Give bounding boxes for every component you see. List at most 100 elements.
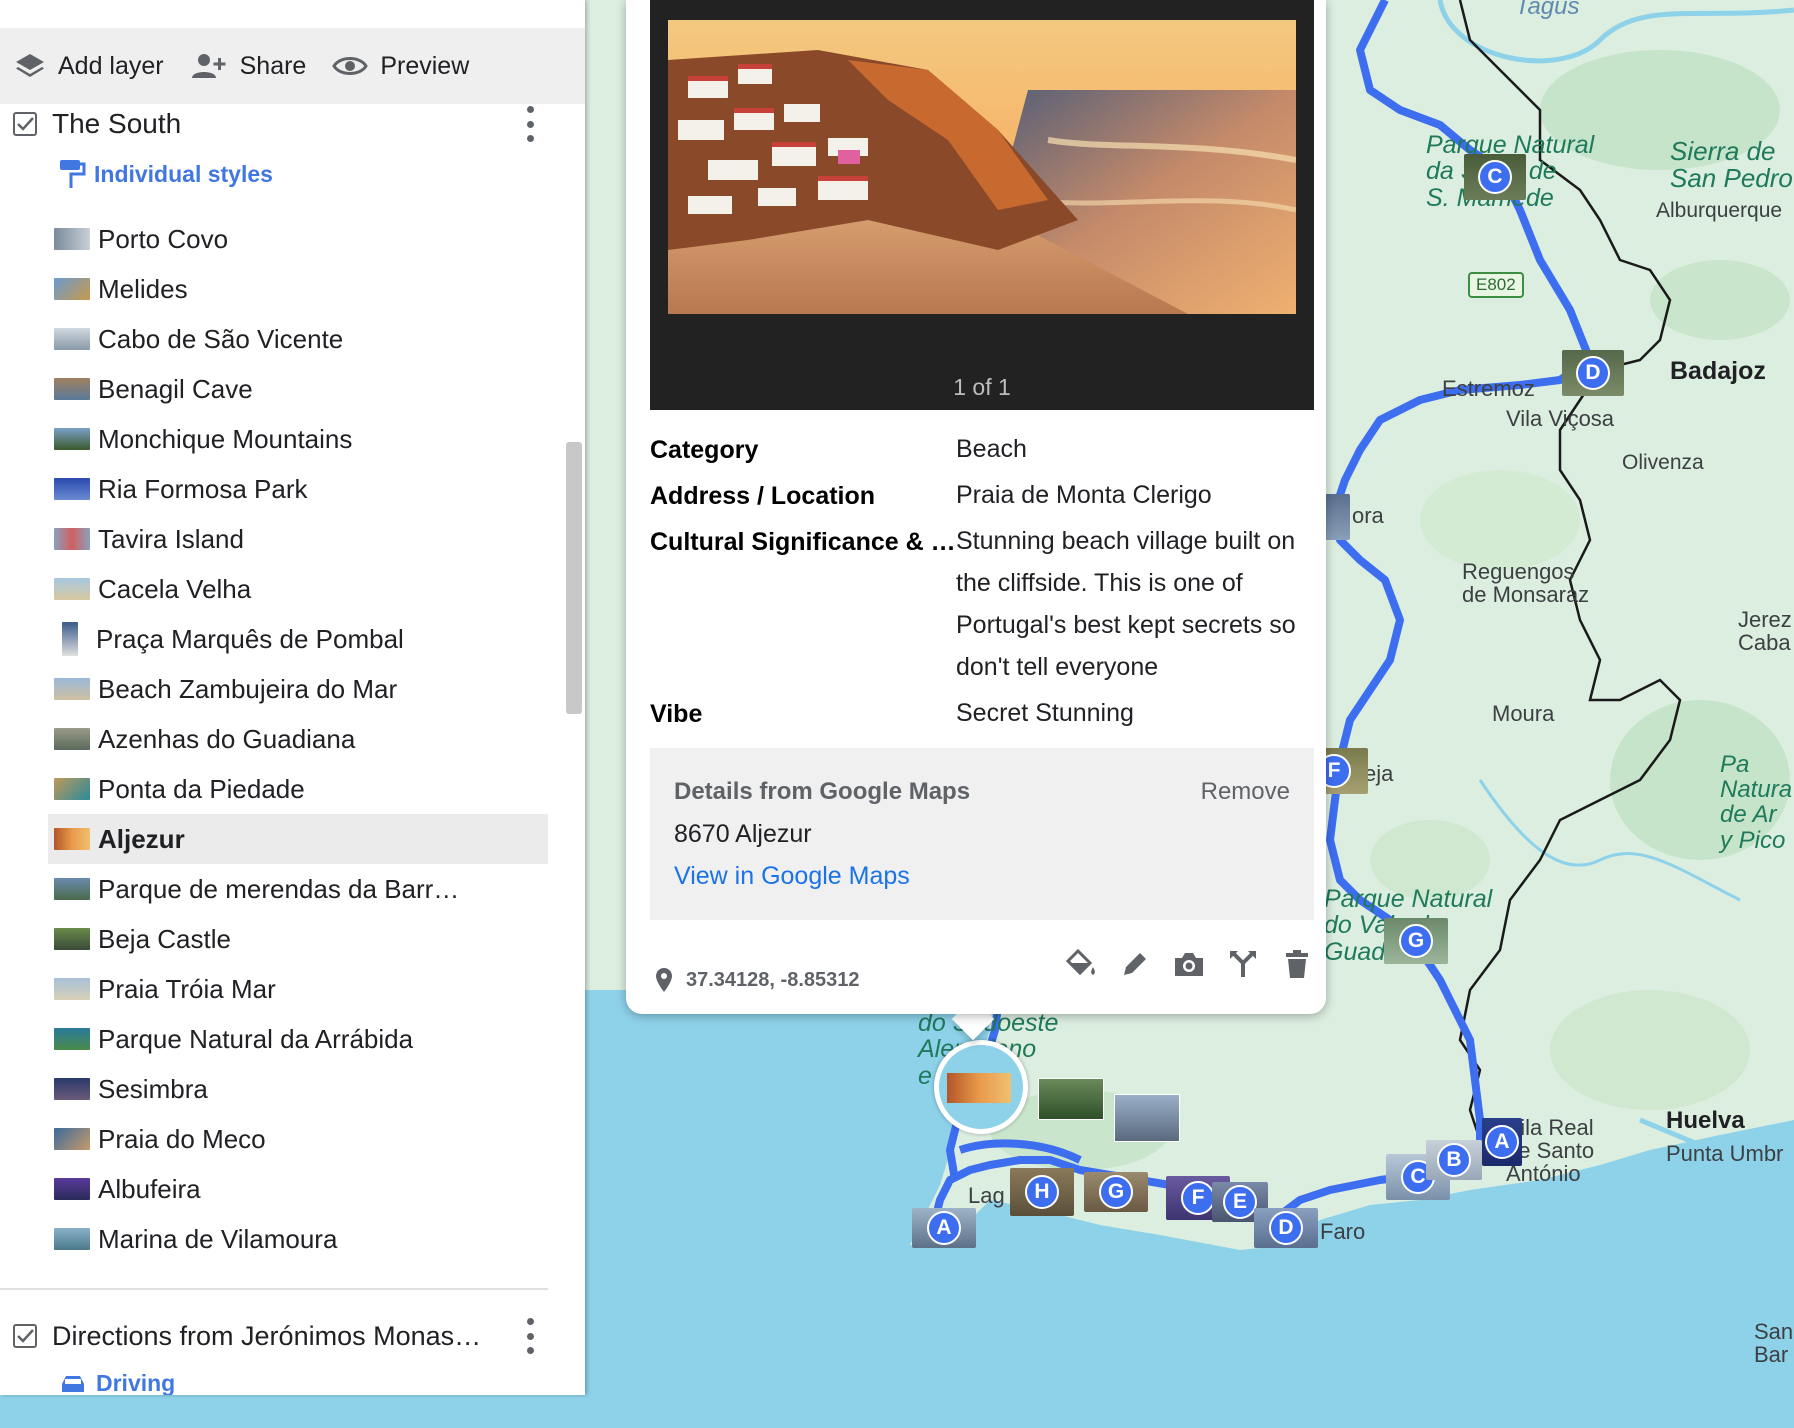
card-actions <box>1054 944 1324 984</box>
list-item-arrabida[interactable]: Parque Natural da Arrábida <box>48 1014 548 1064</box>
camera-icon <box>1175 953 1203 976</box>
list-item-zambujeira[interactable]: Beach Zambujeira do Mar <box>48 664 548 714</box>
route-marker-a-south[interactable]: A <box>912 1208 976 1248</box>
list-item-ponta-piedade[interactable]: Ponta da Piedade <box>48 764 548 814</box>
list-item-monchique[interactable]: Monchique Mountains <box>48 414 548 464</box>
delete-button[interactable] <box>1270 944 1324 984</box>
list-item-label: Praia Tróia Mar <box>98 973 276 1004</box>
list-item-sesimbra[interactable]: Sesimbra <box>48 1064 548 1114</box>
thumb-benagil[interactable] <box>1114 1094 1180 1142</box>
list-item-praca-marques-pombal[interactable]: Praça Marquês de Pombal <box>48 614 548 664</box>
layer-divider <box>0 1288 548 1290</box>
layer-title[interactable]: The South <box>52 108 181 140</box>
eye-icon <box>332 57 369 75</box>
selected-location-marker[interactable] <box>934 1040 1028 1134</box>
route-marker-d-north[interactable]: D <box>1562 350 1624 396</box>
list-item-label: Sesimbra <box>98 1073 208 1104</box>
layer-visibility-checkbox[interactable] <box>12 1323 38 1349</box>
list-item-label: Melides <box>98 273 188 304</box>
preview-label: Preview <box>380 51 470 80</box>
route-marker-c-north[interactable]: C <box>1464 154 1526 200</box>
list-item-praia-troia-mar[interactable]: Praia Tróia Mar <box>48 964 548 1014</box>
map-label-lagos: Lag <box>968 1183 1005 1208</box>
list-item-melides[interactable]: Melides <box>48 264 548 314</box>
google-maps-details-title: Details from Google Maps <box>674 778 971 805</box>
preview-button[interactable]: Preview <box>332 52 469 81</box>
place-thumbnail-icon <box>54 828 90 850</box>
map-label-parque-pa: Pa Natura de Ar y Pico <box>1720 751 1793 854</box>
layer-options-menu[interactable] <box>520 1318 540 1354</box>
route-marker-a-east[interactable]: A <box>1482 1118 1522 1166</box>
list-item-cacela-velha[interactable]: Cacela Velha <box>48 564 548 614</box>
field-value[interactable]: Secret Stunning <box>956 692 1316 734</box>
layers-panel: Add layer Share Preview The South Indivi… <box>0 0 585 1395</box>
list-item-tavira-island[interactable]: Tavira Island <box>48 514 548 564</box>
list-item-praia-meco[interactable]: Praia do Meco <box>48 1114 548 1164</box>
place-thumbnail-icon <box>54 928 90 950</box>
add-layer-button[interactable]: Add layer <box>14 52 164 81</box>
map-label-jerez: Jerez Caba <box>1738 607 1792 656</box>
place-info-card: 1 of 1 Category Beach Address / Location… <box>626 0 1326 1014</box>
field-value[interactable]: Beach <box>956 428 1316 470</box>
remove-google-details-button[interactable]: Remove <box>1201 778 1290 806</box>
pencil-icon <box>1124 953 1146 975</box>
place-thumbnail-icon <box>54 1128 90 1150</box>
list-item-benagil-cave[interactable]: Benagil Cave <box>48 364 548 414</box>
coordinates-text: 37.34128, -8.85312 <box>686 968 860 991</box>
sidebar-scrollbar[interactable] <box>566 442 582 714</box>
layer-header-the-south: The South <box>0 104 585 144</box>
place-thumbnail-icon <box>54 1028 90 1050</box>
list-item-marina-vilamoura[interactable]: Marina de Vilamoura <box>48 1214 548 1264</box>
directions-icon <box>1230 951 1256 977</box>
list-item-label: Azenhas do Guadiana <box>98 723 356 754</box>
list-item-label: Marina de Vilamoura <box>98 1223 338 1254</box>
layer-visibility-checkbox[interactable] <box>12 111 38 137</box>
list-item-cabo-sao-vicente[interactable]: Cabo de São Vicente <box>48 314 548 364</box>
list-item-label: Beach Zambujeira do Mar <box>98 673 398 704</box>
list-item-albufeira[interactable]: Albufeira <box>48 1164 548 1214</box>
layer-title[interactable]: Directions from Jerónimos Monas… <box>52 1321 481 1352</box>
paint-roller-icon <box>60 160 86 188</box>
individual-styles-link[interactable]: Individual styles <box>58 158 273 190</box>
route-marker-h-south[interactable]: H <box>1010 1168 1074 1216</box>
list-item-azenhas-guadiana[interactable]: Azenhas do Guadiana <box>48 714 548 764</box>
photo-viewer[interactable]: 1 of 1 <box>650 0 1314 410</box>
route-marker-g-south[interactable]: G <box>1084 1172 1148 1212</box>
list-item-porto-covo[interactable]: Porto Covo <box>48 214 548 264</box>
route-marker-b-south[interactable]: B <box>1426 1140 1482 1180</box>
list-item-label: Beja Castle <box>98 923 231 954</box>
view-in-google-maps-link[interactable]: View in Google Maps <box>674 862 910 891</box>
add-photo-button[interactable] <box>1162 944 1216 984</box>
place-photo[interactable] <box>668 20 1296 314</box>
map-label-moura: Moura <box>1492 701 1555 726</box>
route-marker-f-north[interactable]: F <box>1320 748 1368 794</box>
map-label-beja: eja <box>1364 761 1394 786</box>
individual-styles-label: Individual styles <box>94 160 273 187</box>
list-item-label: Parque Natural da Arrábida <box>98 1023 414 1054</box>
edit-button[interactable] <box>1108 944 1162 984</box>
style-button[interactable] <box>1054 944 1108 984</box>
route-marker-d-south[interactable]: D <box>1254 1208 1318 1248</box>
list-item-ria-formosa[interactable]: Ria Formosa Park <box>48 464 548 514</box>
field-value[interactable]: Praia de Monta Clerigo <box>956 474 1316 516</box>
paint-bucket-icon <box>1065 949 1095 976</box>
place-thumbnail-icon <box>54 1178 90 1200</box>
place-thumbnail-icon <box>54 328 90 350</box>
place-thumbnail-icon <box>54 678 90 700</box>
driving-link[interactable]: Driving <box>58 1370 175 1395</box>
share-button[interactable]: Share <box>190 52 306 81</box>
layer-options-menu[interactable] <box>520 106 540 142</box>
route-marker-g-north[interactable]: G <box>1384 918 1448 964</box>
list-item-label: Cacela Velha <box>98 573 252 604</box>
place-thumbnail-icon <box>54 578 90 600</box>
directions-button[interactable] <box>1216 944 1270 984</box>
list-item-beja-castle[interactable]: Beja Castle <box>48 914 548 964</box>
field-key: Category <box>650 436 759 464</box>
place-thumbnail-icon <box>54 778 90 800</box>
field-value[interactable]: Stunning beach village built on the clif… <box>956 520 1316 688</box>
list-item-aljezur[interactable]: Aljezur <box>48 814 548 864</box>
thumb-monchique[interactable] <box>1038 1078 1104 1120</box>
place-thumbnail-icon <box>62 622 78 656</box>
list-item-label: Monchique Mountains <box>98 423 353 454</box>
list-item-parque-merendas[interactable]: Parque de merendas da Barr… <box>48 864 548 914</box>
